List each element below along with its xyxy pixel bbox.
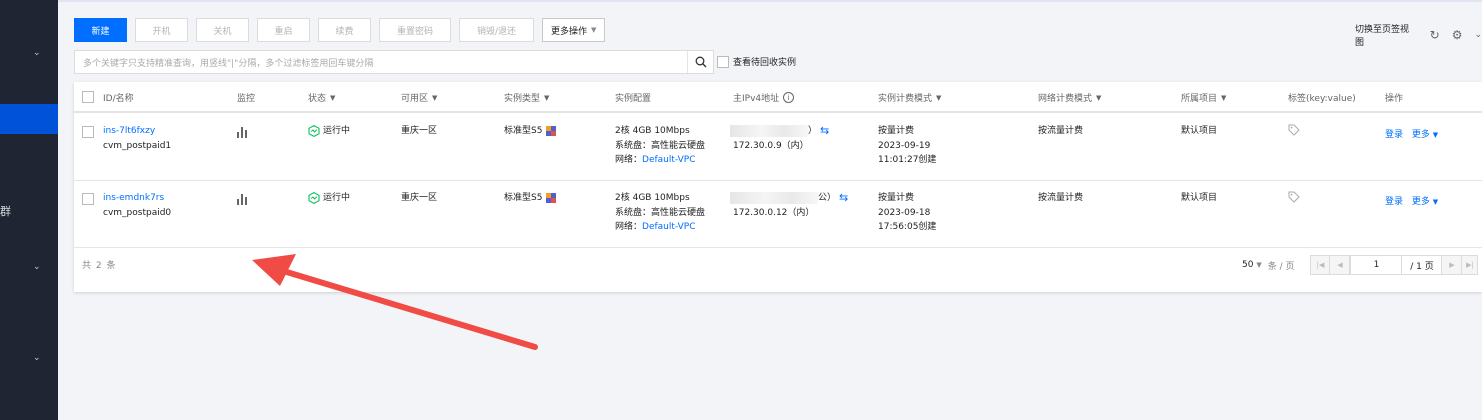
annotation-arrow	[252, 254, 538, 350]
